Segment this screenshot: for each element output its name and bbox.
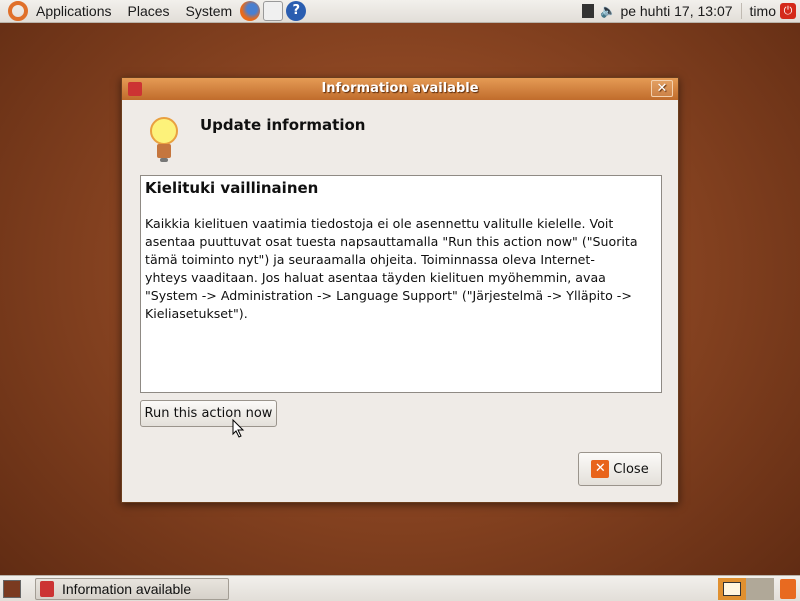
menu-applications[interactable]: Applications (28, 3, 120, 19)
show-desktop-icon[interactable] (3, 579, 21, 598)
dialog-titlebar[interactable]: Information available ✕ (122, 78, 678, 100)
message-title: Kielituki vaillinainen (145, 179, 319, 197)
message-line: asentaa puuttuvat osat tuesta napsauttam… (145, 234, 638, 249)
mail-icon[interactable] (263, 1, 284, 21)
app-icon (128, 82, 142, 96)
run-action-label: Run this action now (144, 406, 273, 421)
close-button[interactable]: ✕ Close (578, 452, 662, 486)
message-line: "System -> Administration -> Language Su… (145, 288, 632, 303)
close-window-button[interactable]: ✕ (651, 80, 673, 97)
taskbar-item[interactable]: Information available (35, 577, 229, 600)
help-icon[interactable]: ? (286, 1, 307, 21)
shutdown-icon[interactable]: ⏻ (780, 3, 796, 19)
ubuntu-logo-icon[interactable] (8, 1, 28, 21)
menu-places[interactable]: Places (120, 3, 178, 19)
network-icon[interactable] (582, 4, 595, 18)
taskbar-item-label: Information available (62, 580, 192, 597)
volume-icon[interactable]: 🔈 (600, 4, 616, 19)
dialog-heading: Update information (200, 116, 366, 134)
message-line: yhteys vaaditaan. Jos haluat asentaa täy… (145, 270, 606, 285)
close-label: Close (613, 461, 649, 477)
mouse-cursor-icon (232, 419, 245, 438)
firefox-icon[interactable] (240, 1, 261, 21)
bottom-panel: Information available (0, 575, 800, 601)
trash-icon[interactable] (780, 578, 796, 599)
run-action-button[interactable]: Run this action now (140, 400, 277, 427)
dialog-title: Information available (321, 81, 479, 96)
workspace-2[interactable] (746, 577, 774, 600)
app-icon (40, 580, 54, 597)
close-icon: ✕ (591, 460, 610, 478)
message-line: Kaikkia kielituen vaatimia tiedostoja ei… (145, 216, 614, 231)
message-line: tämä toiminto nyt") ja seuraamalla ohjei… (145, 252, 595, 267)
menu-system[interactable]: System (178, 3, 241, 19)
message-textview[interactable]: Kielituki vaillinainen Kaikkia kielituen… (140, 175, 662, 393)
top-panel: Applications Places System ? 🔈 pe huhti … (0, 0, 800, 23)
message-line: Kieliasetukset"). (145, 306, 248, 321)
information-dialog: Information available ✕ Update informati… (121, 77, 679, 503)
user-name[interactable]: timo (742, 3, 780, 19)
clock[interactable]: pe huhti 17, 13:07 (620, 3, 742, 19)
workspace-1[interactable] (718, 577, 746, 600)
lightbulb-icon (150, 117, 178, 162)
workspace-switcher[interactable] (718, 577, 774, 600)
